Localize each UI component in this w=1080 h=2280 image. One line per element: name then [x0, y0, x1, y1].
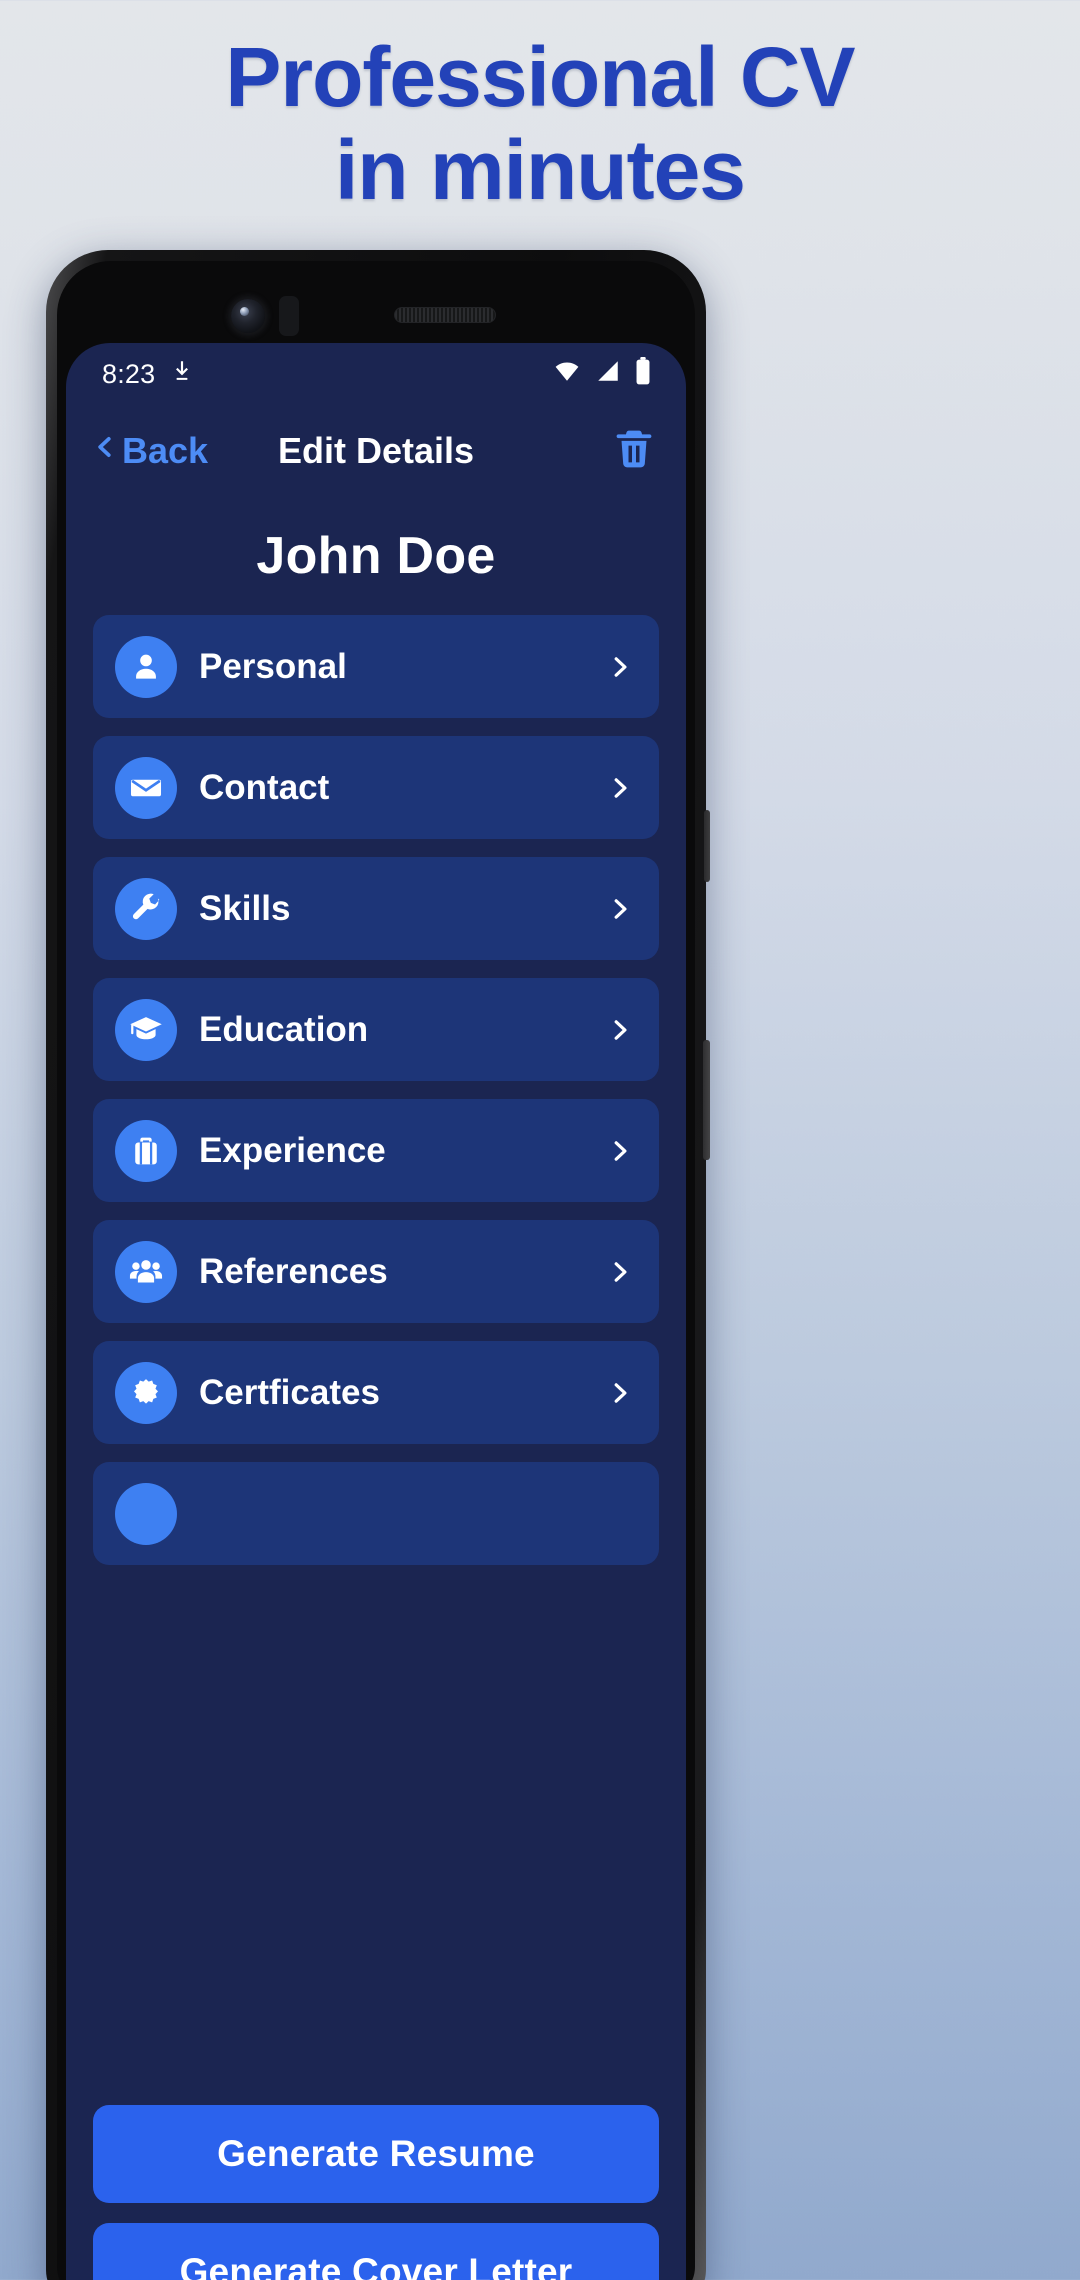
front-camera-icon [231, 299, 265, 333]
chevron-right-icon [607, 771, 633, 805]
section-label: References [199, 1251, 388, 1291]
section-row-personal[interactable]: Personal [93, 615, 659, 718]
promo-line-1: Professional CV [225, 30, 855, 125]
back-button[interactable]: Back [92, 428, 208, 475]
section-row-contact[interactable]: Contact [93, 736, 659, 839]
nav-bar: Back Edit Details [66, 405, 686, 497]
phone-screen: 8:23 Back Edit Details John Doe Personal… [66, 343, 686, 2280]
chevron-right-icon [607, 650, 633, 684]
status-bar-right [552, 356, 652, 392]
section-label: Skills [199, 888, 291, 928]
status-bar-clock: 8:23 [102, 358, 156, 389]
back-button-label: Back [122, 430, 209, 471]
proximity-sensor-icon [279, 296, 299, 336]
section-label: Certficates [199, 1372, 380, 1412]
graduation-cap-icon [115, 998, 177, 1061]
promo-line-2: in minutes [334, 123, 746, 217]
generate-resume-button[interactable]: Generate Resume [93, 2105, 659, 2203]
section-label: Personal [199, 646, 347, 686]
battery-icon [634, 356, 652, 392]
phone-device-frame: 8:23 Back Edit Details John Doe Personal… [46, 250, 710, 2280]
chevron-right-icon [607, 892, 633, 926]
envelope-icon [115, 756, 177, 819]
section-row-skills[interactable]: Skills [93, 857, 659, 960]
phone-device-bezel: 8:23 Back Edit Details John Doe Personal… [57, 261, 695, 2280]
section-list: Personal Contact Skills Education Experi… [66, 615, 686, 2087]
wifi-icon [552, 358, 582, 391]
section-label: Contact [199, 767, 330, 807]
trash-icon [612, 425, 656, 478]
section-row-certificates[interactable]: Certficates [93, 1341, 659, 1444]
section-row-experience[interactable]: Experience [93, 1099, 659, 1202]
badge-star-icon [115, 1361, 177, 1424]
briefcase-icon [115, 1119, 177, 1182]
section-label: Experience [199, 1130, 386, 1170]
phone-top-bezel [66, 271, 686, 343]
section-label: Education [199, 1009, 369, 1049]
people-group-icon [115, 1240, 177, 1303]
section-row-references[interactable]: References [93, 1220, 659, 1323]
phone-power-button[interactable] [703, 1040, 710, 1160]
earpiece-speaker-icon [394, 307, 496, 323]
phone-volume-button[interactable] [704, 810, 710, 882]
section-row-education[interactable]: Education [93, 978, 659, 1081]
cellular-signal-icon [594, 358, 622, 391]
partial-section-icon [115, 1482, 177, 1545]
action-buttons: Generate Resume Generate Cover Letter [66, 2087, 686, 2280]
chevron-left-icon [92, 428, 118, 475]
chevron-right-icon [607, 1376, 633, 1410]
generate-cover-letter-button[interactable]: Generate Cover Letter [93, 2223, 659, 2280]
chevron-right-icon [607, 1134, 633, 1168]
chevron-right-icon [607, 1013, 633, 1047]
download-icon [169, 358, 195, 391]
profile-name: John Doe [256, 527, 496, 585]
chevron-right-icon [607, 1255, 633, 1289]
status-bar: 8:23 [66, 343, 686, 405]
wrench-icon [115, 877, 177, 940]
status-bar-left: 8:23 [102, 358, 195, 391]
section-row-partial[interactable] [93, 1462, 659, 1565]
delete-button[interactable] [612, 425, 656, 478]
person-icon [115, 635, 177, 698]
promo-headline: Professional CV in minutes [0, 0, 1080, 248]
